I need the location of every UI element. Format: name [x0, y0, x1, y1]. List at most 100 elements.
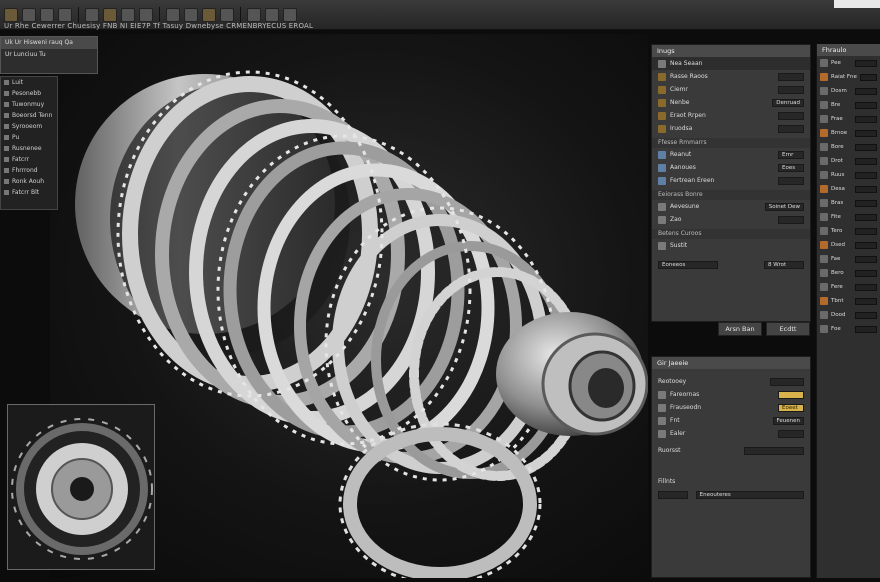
tool-option-field[interactable]	[855, 87, 877, 95]
filter-field-a[interactable]	[658, 490, 688, 499]
tool-option-field[interactable]	[855, 241, 877, 249]
tool-option-field[interactable]	[855, 143, 877, 151]
property-row[interactable]: Ciemr	[652, 83, 810, 96]
filter-value[interactable]: Eneouteres	[695, 490, 804, 499]
outliner-item[interactable]: Fatcrr	[1, 154, 57, 165]
tool-option-field[interactable]	[855, 171, 877, 179]
toolbar-light-button[interactable]	[220, 7, 234, 22]
tool-option-field[interactable]	[855, 297, 877, 305]
toolbar-help-button[interactable]	[283, 7, 297, 22]
footer-row[interactable]: Eoneeos 8 Wrot	[652, 258, 810, 271]
footer-field[interactable]: Eoneeos	[658, 260, 718, 269]
inspector-tab[interactable]: Nea Seaan	[652, 57, 810, 70]
tool-option-row[interactable]: Fite	[817, 210, 880, 224]
outliner-item[interactable]: Tuwonmuy	[1, 99, 57, 110]
property-row[interactable]: Ealer	[652, 427, 810, 440]
tool-option-row[interactable]: Fere	[817, 280, 880, 294]
tool-option-row[interactable]: Bero	[817, 266, 880, 280]
tool-option-row[interactable]: Tero	[817, 224, 880, 238]
property-field[interactable]	[778, 85, 804, 94]
toolbar-edit-button[interactable]	[22, 7, 36, 22]
context-menu-item[interactable]: Ur Lunciuu Tu	[1, 49, 97, 61]
property-row[interactable]: Ruorsst	[652, 444, 810, 457]
property-field[interactable]: Ernr	[778, 150, 804, 159]
tool-option-row[interactable]: Dosm	[817, 84, 880, 98]
property-row[interactable]: Aanoues Eoes	[652, 161, 810, 174]
toolbar-grid-button[interactable]	[166, 7, 180, 22]
property-field[interactable]	[778, 429, 804, 438]
toolbar-scale-button[interactable]	[121, 7, 135, 22]
tool-option-field[interactable]	[855, 325, 877, 333]
tool-option-field[interactable]	[855, 101, 877, 109]
ok-button[interactable]: Ecdtt	[766, 322, 810, 336]
tool-option-field[interactable]	[855, 311, 877, 319]
tool-option-field[interactable]	[855, 269, 877, 277]
property-field[interactable]	[778, 176, 804, 185]
tool-option-field[interactable]	[855, 213, 877, 221]
tool-option-field[interactable]	[855, 115, 877, 123]
property-field[interactable]	[778, 111, 804, 120]
tool-option-row[interactable]: Frae	[817, 112, 880, 126]
tool-option-field[interactable]	[855, 157, 877, 165]
tool-option-row[interactable]: Bre	[817, 98, 880, 112]
property-row[interactable]: Sustit	[652, 239, 810, 252]
toolbar-camera-button[interactable]	[247, 7, 261, 22]
tool-option-row[interactable]: Dsed	[817, 238, 880, 252]
tool-option-field[interactable]	[855, 129, 877, 137]
property-field[interactable]	[778, 215, 804, 224]
property-row[interactable]: Reanut Ernr	[652, 148, 810, 161]
toolbar-snap-button[interactable]	[139, 7, 153, 22]
tool-option-field[interactable]	[855, 199, 877, 207]
tool-option-field[interactable]	[855, 255, 877, 263]
tool-option-field[interactable]	[859, 73, 877, 81]
context-menu-item[interactable]: Uk Ur Hisweni rauq Qa	[1, 37, 97, 49]
property-row[interactable]: Frauseodn Eoeet	[652, 401, 810, 414]
property-row[interactable]: Rasse Raoos	[652, 70, 810, 83]
property-field[interactable]	[778, 72, 804, 81]
toolbar-file-button[interactable]	[4, 7, 18, 22]
toolbar-render-button[interactable]	[184, 7, 198, 22]
apply-button[interactable]: Arsn Ban	[718, 322, 762, 336]
outliner-item[interactable]: Luit	[1, 77, 57, 88]
tool-option-row[interactable]: Tbnt	[817, 294, 880, 308]
outliner-item[interactable]: Syrooeom	[1, 121, 57, 132]
outliner-item[interactable]: Pu	[1, 132, 57, 143]
tool-option-field[interactable]	[855, 59, 877, 67]
property-row[interactable]: Fareornas	[652, 388, 810, 401]
property-field[interactable]: Eoes	[778, 163, 804, 172]
property-field[interactable]	[770, 377, 804, 386]
tool-option-field[interactable]	[855, 227, 877, 235]
property-row[interactable]: Nenbe Denruad	[652, 96, 810, 109]
toolbar-view-button[interactable]	[40, 7, 54, 22]
property-field[interactable]: Feuenen	[772, 416, 804, 425]
outliner-item[interactable]: Pesonebb	[1, 88, 57, 99]
tool-option-row[interactable]: Brnoe	[817, 126, 880, 140]
tool-option-row[interactable]: Drot	[817, 154, 880, 168]
property-field[interactable]	[778, 390, 804, 399]
property-row[interactable]: Iruodsa	[652, 122, 810, 135]
outliner-item[interactable]: Fhrrrond	[1, 165, 57, 176]
toolbar-shade-button[interactable]	[202, 7, 216, 22]
property-field[interactable]	[744, 446, 804, 455]
property-row[interactable]: Eraot Rrpen	[652, 109, 810, 122]
tool-option-field[interactable]	[855, 283, 877, 291]
property-row[interactable]: Reotooey	[652, 375, 810, 388]
tool-option-row[interactable]: Bore	[817, 140, 880, 154]
toolbar-move-button[interactable]	[85, 7, 99, 22]
property-field[interactable]: Soinet Dew	[764, 202, 804, 211]
tool-option-row[interactable]: Foe	[817, 322, 880, 336]
property-field[interactable]: Denruad	[772, 98, 804, 107]
tool-option-row[interactable]: Raiat Fne	[817, 70, 880, 84]
property-row[interactable]: Fnt Feuenen	[652, 414, 810, 427]
toolbar-rotate-button[interactable]	[103, 7, 117, 22]
tool-option-row[interactable]: Desa	[817, 182, 880, 196]
tool-option-row[interactable]: Bras	[817, 196, 880, 210]
tool-option-row[interactable]: Dood	[817, 308, 880, 322]
toolbar-tools-button[interactable]	[265, 7, 279, 22]
footer-value[interactable]: 8 Wrot	[764, 260, 804, 269]
tool-option-row[interactable]: Fae	[817, 252, 880, 266]
property-row[interactable]: Zao	[652, 213, 810, 226]
property-row[interactable]: Aevesune Soinet Dew	[652, 200, 810, 213]
toolbar-select-button[interactable]	[58, 7, 72, 22]
window-controls[interactable]	[834, 0, 880, 8]
